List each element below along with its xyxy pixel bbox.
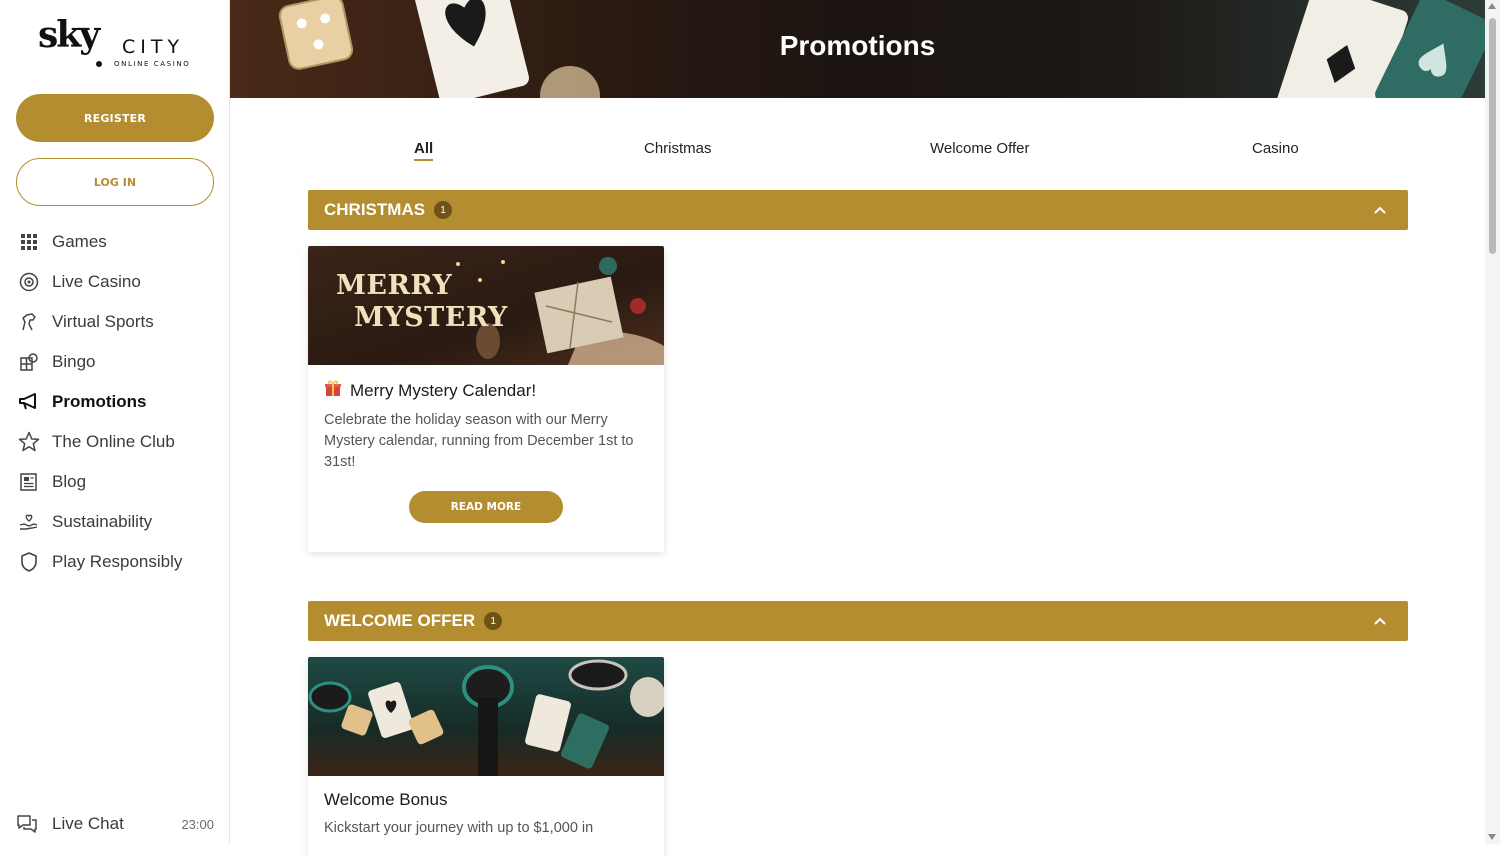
- sidebar-item-label: Blog: [52, 472, 87, 491]
- chevron-up-icon[interactable]: [1372, 202, 1388, 218]
- promo-card-title: Welcome Bonus: [324, 790, 648, 810]
- login-button[interactable]: LOG IN: [16, 158, 214, 206]
- sidebar-item-label: Play Responsibly: [52, 552, 183, 571]
- sidebar: sky CITY ONLINE CASINO REGISTER LOG IN G…: [0, 0, 230, 844]
- register-button[interactable]: REGISTER: [16, 94, 214, 142]
- live-chat-button[interactable]: Live Chat 23:00: [0, 804, 230, 844]
- tab-casino[interactable]: Casino: [1252, 140, 1299, 157]
- read-more-button[interactable]: READ MORE: [409, 491, 563, 523]
- gift-icon: [324, 379, 342, 402]
- page-title: Promotions: [779, 30, 936, 61]
- shield-icon: [18, 551, 40, 573]
- newspaper-icon: [18, 471, 40, 493]
- sidebar-item-label: Bingo: [52, 352, 96, 371]
- tab-all[interactable]: All: [414, 140, 434, 161]
- logo-sky-text: sky: [38, 14, 100, 56]
- section-header-welcome-offer[interactable]: WELCOME OFFER 1: [308, 601, 1408, 641]
- logo-city-text: CITY: [122, 36, 185, 58]
- section-title: CHRISTMAS: [324, 200, 426, 219]
- promo-card-description: Kickstart your journey with up to $1,000…: [324, 820, 594, 836]
- roulette-icon: [18, 271, 40, 293]
- skycity-logo[interactable]: sky CITY ONLINE CASINO: [38, 14, 198, 72]
- sidebar-item-play-responsibly[interactable]: Play Responsibly: [0, 542, 230, 582]
- page-scrollbar[interactable]: [1485, 0, 1500, 844]
- tab-christmas[interactable]: Christmas: [644, 140, 712, 157]
- bingo-icon: [18, 351, 40, 373]
- sidebar-item-bingo[interactable]: Bingo: [0, 342, 230, 382]
- chevron-up-icon[interactable]: [1372, 613, 1388, 629]
- section-header-christmas[interactable]: CHRISTMAS 1: [308, 190, 1408, 230]
- promo-card-title-text: Merry Mystery Calendar!: [350, 380, 537, 400]
- sidebar-item-online-club[interactable]: The Online Club: [0, 422, 230, 462]
- sidebar-item-live-casino[interactable]: Live Casino: [0, 262, 230, 302]
- sidebar-item-label: Sustainability: [52, 512, 153, 531]
- sidebar-item-label: Live Casino: [52, 272, 141, 291]
- promo-image-line-2: MYSTERY: [354, 302, 508, 333]
- sidebar-item-promotions[interactable]: Promotions: [0, 382, 230, 422]
- promo-image-text: MERRY MYSTERY: [336, 270, 508, 334]
- hand-heart-icon: [18, 511, 40, 533]
- sidebar-item-sustainability[interactable]: Sustainability: [0, 502, 230, 542]
- live-chat-hours: 23:00: [181, 816, 214, 832]
- sidebar-item-label: Promotions: [52, 392, 147, 411]
- promotion-tabs: All Christmas Welcome Offer Casino: [308, 140, 1408, 170]
- section-count-badge: 1: [484, 612, 503, 630]
- logo-dot: [96, 61, 102, 67]
- promo-image-line-1: MERRY: [336, 270, 453, 301]
- star-icon: [18, 431, 40, 453]
- promo-card-merry-mystery: MERRY MYSTERY Merry Mystery Calendar! Ce…: [308, 246, 664, 552]
- promo-card-description: Celebrate the holiday season with our Me…: [324, 412, 634, 470]
- sidebar-item-label: Virtual Sports: [52, 312, 154, 331]
- sidebar-item-label: Games: [52, 232, 107, 251]
- chat-icon: [16, 813, 38, 835]
- sidebar-item-blog[interactable]: Blog: [0, 462, 230, 502]
- promo-card-title-text: Welcome Bonus: [324, 790, 448, 809]
- section-title: WELCOME OFFER: [324, 611, 476, 630]
- horse-icon: [18, 311, 40, 333]
- section-count-badge: 1: [434, 201, 453, 219]
- scroll-up-arrow-icon[interactable]: [1488, 3, 1496, 9]
- promo-card-body: Welcome Bonus Kickstart your journey wit…: [308, 776, 664, 839]
- promo-card-body: Merry Mystery Calendar! Celebrate the ho…: [308, 365, 664, 523]
- tab-welcome-offer[interactable]: Welcome Offer: [930, 140, 1029, 157]
- scroll-down-arrow-icon[interactable]: [1488, 834, 1496, 840]
- logo-sub-text: ONLINE CASINO: [114, 60, 191, 68]
- promo-card-welcome-bonus: Welcome Bonus Kickstart your journey wit…: [308, 657, 664, 857]
- promo-card-title: Merry Mystery Calendar!: [324, 379, 648, 402]
- grid-icon: [18, 231, 40, 253]
- main-content: Promotions All Christmas Welcome Offer C…: [230, 0, 1485, 857]
- sidebar-item-virtual-sports[interactable]: Virtual Sports: [0, 302, 230, 342]
- live-chat-label: Live Chat: [52, 814, 124, 833]
- hero-banner: Promotions: [230, 0, 1485, 98]
- promo-card-image[interactable]: [308, 657, 664, 776]
- scrollbar-thumb[interactable]: [1489, 18, 1496, 254]
- promo-card-image[interactable]: MERRY MYSTERY: [308, 246, 664, 365]
- sidebar-item-games[interactable]: Games: [0, 222, 230, 262]
- sidebar-item-label: The Online Club: [52, 432, 175, 451]
- megaphone-icon: [18, 391, 40, 413]
- sidebar-nav: Games Live Casino Virtual Sports Bingo P…: [0, 222, 230, 582]
